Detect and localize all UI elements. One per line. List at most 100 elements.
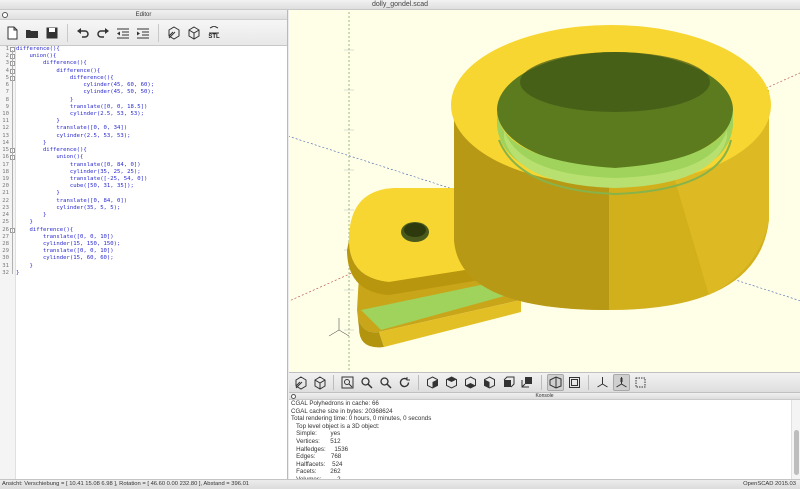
preview-button[interactable] <box>292 374 309 391</box>
code-text: cylinder(45, 50, 50); <box>16 89 155 96</box>
code-line[interactable]: 12 translate([0, 0, 34]) <box>0 125 287 132</box>
code-line[interactable]: 22 translate([0, 84, 0]) <box>0 198 287 205</box>
undo-button[interactable] <box>74 24 92 42</box>
show-scale-markers-icon <box>615 376 628 389</box>
redo-icon <box>96 26 110 40</box>
code-line[interactable]: 21 } <box>0 190 287 197</box>
toolbar-separator <box>67 23 68 42</box>
code-line[interactable]: 7 cylinder(45, 50, 50); <box>0 89 287 96</box>
line-number: 7 <box>5 89 9 96</box>
editor-header: Editor <box>0 10 287 20</box>
reset-view-icon <box>398 376 411 389</box>
code-line[interactable]: 14 } <box>0 140 287 147</box>
code-text: } <box>16 212 47 219</box>
code-text: translate([0, 0, 10]) <box>16 233 114 240</box>
code-editor[interactable]: 1 difference(){2 union(){3 difference(){4… <box>0 46 287 479</box>
code-text: cylinder(45, 60, 60); <box>16 82 155 89</box>
line-number: 13 <box>2 132 9 139</box>
open-folder-button[interactable] <box>23 24 41 42</box>
show-scale-markers-button[interactable] <box>613 374 630 391</box>
code-line[interactable]: 9 translate([0, 0, 18.5]) <box>0 104 287 111</box>
line-number: 28 <box>2 240 9 247</box>
save-button[interactable] <box>43 24 61 42</box>
code-text: } <box>16 118 60 125</box>
console-close-icon[interactable] <box>291 394 296 399</box>
preview-button[interactable] <box>165 24 183 42</box>
code-line[interactable]: 2 union(){ <box>0 53 287 60</box>
view-back-button[interactable] <box>519 374 536 391</box>
code-line[interactable]: 25 } <box>0 219 287 226</box>
export-stl-button[interactable]: STL <box>205 24 223 42</box>
code-line[interactable]: 4 difference(){ <box>0 68 287 75</box>
console-scrollbar[interactable] <box>791 400 800 479</box>
perspective-button[interactable] <box>547 374 564 391</box>
code-line[interactable]: 18 cylinder(35, 25, 25); <box>0 169 287 176</box>
zoom-out-icon <box>379 376 392 389</box>
toolbar-separator <box>541 375 542 390</box>
reset-view-button[interactable] <box>396 374 413 391</box>
code-text: } <box>16 139 47 146</box>
indent-button[interactable] <box>134 24 152 42</box>
unindent-button[interactable] <box>114 24 132 42</box>
view-left-button[interactable] <box>481 374 498 391</box>
code-line[interactable]: 16 union(){ <box>0 154 287 161</box>
line-number: 3 <box>5 60 9 67</box>
show-edges-button[interactable] <box>632 374 649 391</box>
line-number: 6 <box>5 82 9 89</box>
code-line[interactable]: 32} <box>0 270 287 277</box>
code-line[interactable]: 29 translate([0, 0, 10]) <box>0 248 287 255</box>
line-number: 23 <box>2 204 9 211</box>
code-line[interactable]: 11 } <box>0 118 287 125</box>
code-text: difference(){ <box>16 60 87 67</box>
view-front-button[interactable] <box>500 374 517 391</box>
render-icon <box>187 25 201 40</box>
orthogonal-button[interactable] <box>566 374 583 391</box>
redo-button[interactable] <box>94 24 112 42</box>
code-line[interactable]: 5 difference(){ <box>0 75 287 82</box>
view-right-button[interactable] <box>424 374 441 391</box>
code-text: translate([0, 84, 0]) <box>16 197 128 204</box>
code-text: } <box>16 190 60 197</box>
window-title: dolly_gondel.scad <box>0 0 800 10</box>
line-number: 9 <box>5 103 9 110</box>
render-button[interactable] <box>311 374 328 391</box>
new-file-button[interactable] <box>3 24 21 42</box>
code-line[interactable]: 31 } <box>0 263 287 270</box>
unindent-icon <box>116 26 130 40</box>
code-text: union(){ <box>16 154 84 161</box>
code-line[interactable]: 28 cylinder(15, 150, 150); <box>0 241 287 248</box>
code-line[interactable]: 27 translate([0, 0, 10]) <box>0 234 287 241</box>
3d-viewport[interactable] <box>289 10 800 372</box>
code-line[interactable]: 26 difference(){ <box>0 227 287 234</box>
view-bottom-button[interactable] <box>462 374 479 391</box>
code-line[interactable]: 24 } <box>0 212 287 219</box>
code-line[interactable]: 17 translate([0, 84, 0]) <box>0 162 287 169</box>
code-text: } <box>16 262 33 269</box>
view-top-button[interactable] <box>443 374 460 391</box>
code-line[interactable]: 3 difference(){ <box>0 60 287 67</box>
console-scroll-thumb[interactable] <box>794 430 799 475</box>
console-line: Halfedges: 1536 <box>291 445 349 453</box>
undo-icon <box>76 26 90 40</box>
view-all-button[interactable] <box>339 374 356 391</box>
code-line[interactable]: 1 difference(){ <box>0 46 287 53</box>
line-number: 2 <box>5 53 9 60</box>
code-line[interactable]: 13 cylinder(2.5, 53, 53); <box>0 133 287 140</box>
code-line[interactable]: 8 } <box>0 97 287 104</box>
code-line[interactable]: 15 difference(){ <box>0 147 287 154</box>
code-line[interactable]: 23 cylinder(35, 5, 5); <box>0 205 287 212</box>
code-text: cube([50, 31, 35]); <box>16 183 134 190</box>
show-axes-button[interactable] <box>594 374 611 391</box>
code-text: difference(){ <box>16 226 74 233</box>
code-line[interactable]: 30 cylinder(15, 60, 60); <box>0 255 287 262</box>
code-line[interactable]: 6 cylinder(45, 60, 60); <box>0 82 287 89</box>
code-line[interactable]: 10 cylinder(2.5, 53, 53); <box>0 111 287 118</box>
code-line[interactable]: 20 cube([50, 31, 35]); <box>0 183 287 190</box>
save-icon <box>45 26 59 40</box>
zoom-out-button[interactable] <box>377 374 394 391</box>
code-line[interactable]: 19 translate([-25, 54, 0]) <box>0 176 287 183</box>
editor-close-icon[interactable] <box>2 12 8 18</box>
axis-gizmo <box>328 318 350 337</box>
zoom-in-button[interactable] <box>358 374 375 391</box>
render-button[interactable] <box>185 24 203 42</box>
